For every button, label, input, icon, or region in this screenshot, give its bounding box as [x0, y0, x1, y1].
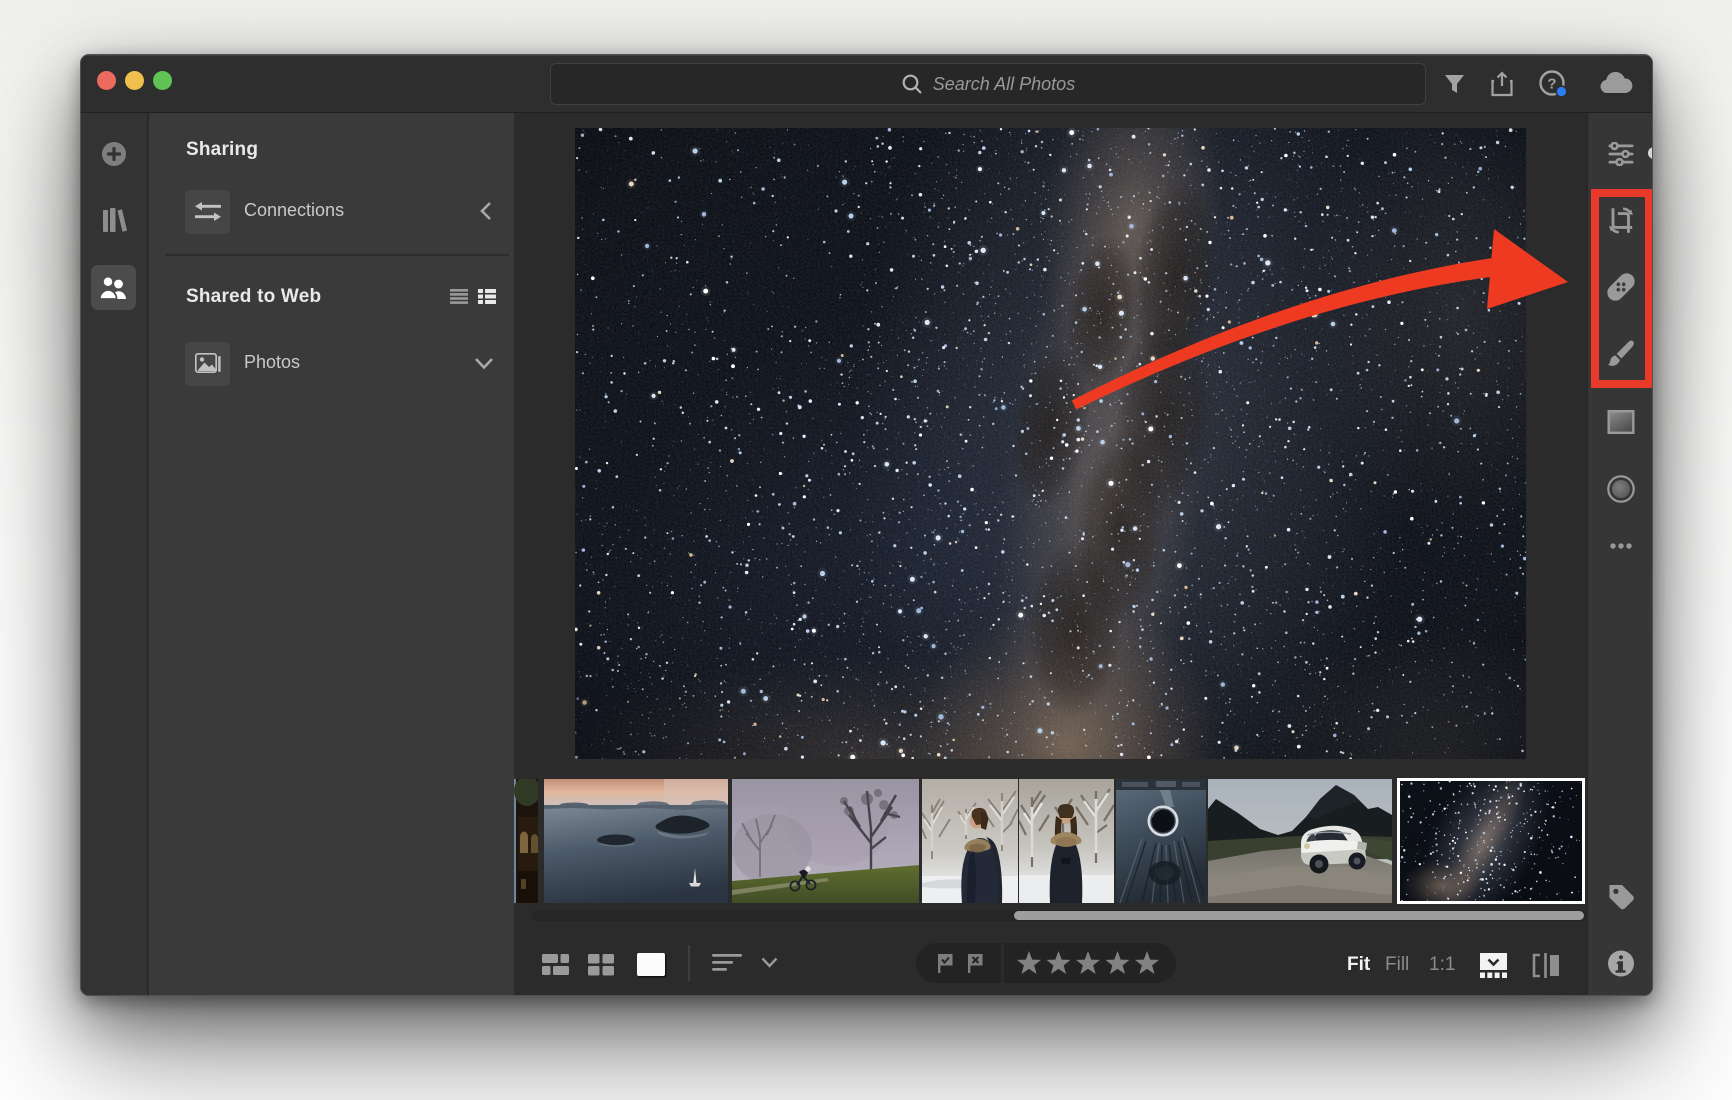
- svg-text:?: ?: [1547, 76, 1556, 93]
